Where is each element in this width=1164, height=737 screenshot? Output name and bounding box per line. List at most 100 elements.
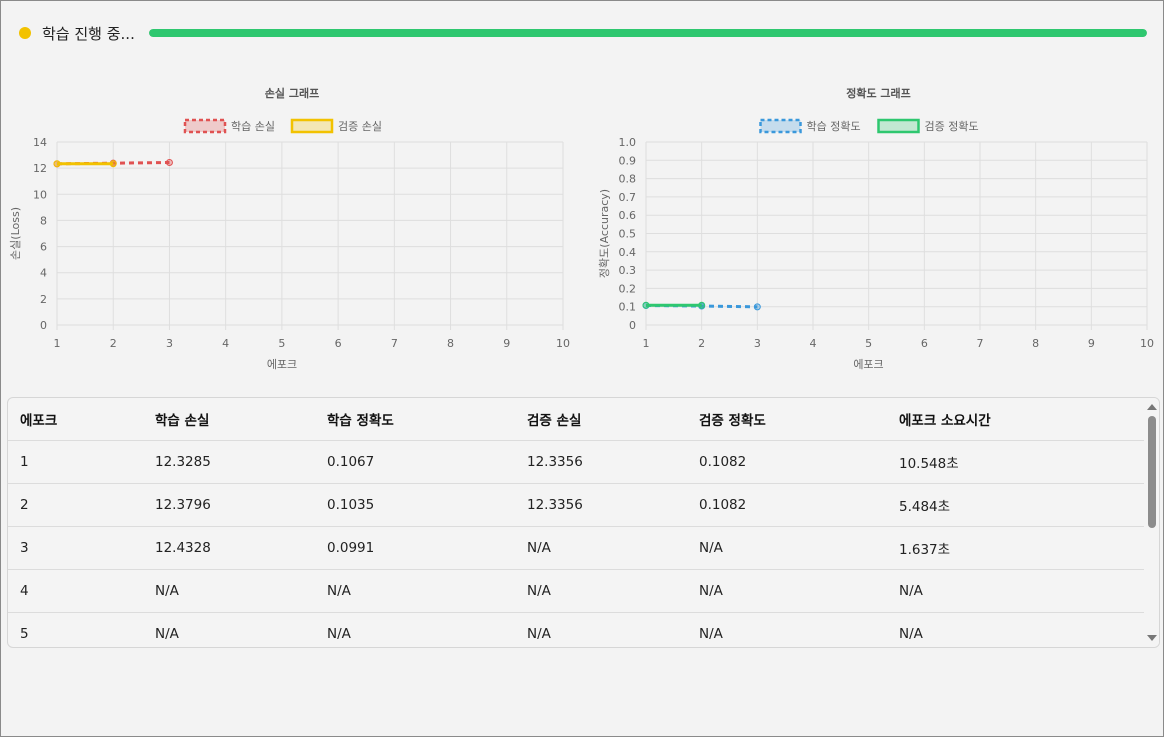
x-tick-label: 9 — [503, 337, 510, 350]
cell-val-loss: N/A — [515, 569, 687, 613]
y-tick-label: 0 — [40, 319, 47, 332]
cell-train-loss: N/A — [143, 612, 315, 647]
y-tick-label: 0.9 — [619, 154, 637, 167]
y-tick-label: 0.2 — [619, 282, 637, 295]
progress-bar — [149, 29, 1147, 37]
cell-epoch: 1 — [8, 440, 143, 484]
header-val-loss[interactable]: 검증 손실 — [515, 398, 687, 441]
epoch-table: 에포크 학습 손실 학습 정확도 검증 손실 검증 정확도 에포크 소요시간 1… — [8, 398, 1144, 647]
cell-epoch-time: 10.548초 — [887, 440, 1144, 484]
y-tick-label: 0.1 — [619, 301, 637, 314]
table-row[interactable]: 1 12.3285 0.1067 12.3356 0.1082 10.548초 — [8, 440, 1144, 484]
table-row[interactable]: 5 N/A N/A N/A N/A N/A — [8, 612, 1144, 647]
cell-val-loss: N/A — [515, 612, 687, 647]
x-tick-label: 7 — [391, 337, 398, 350]
data-point — [109, 160, 117, 168]
status-text: 학습 진행 중... — [42, 25, 135, 43]
scroll-up-arrow-icon[interactable] — [1147, 404, 1157, 410]
cell-train-loss: 12.4328 — [143, 526, 315, 570]
x-tick-label: 2 — [698, 337, 705, 350]
data-point — [753, 303, 761, 311]
legend-label: 검증 손실 — [338, 120, 382, 133]
vertical-scrollbar[interactable] — [1144, 398, 1159, 647]
y-tick-label: 1.0 — [619, 136, 637, 149]
y-tick-label: 10 — [33, 188, 47, 201]
y-tick-label: 0 — [629, 319, 636, 332]
cell-train-loss: N/A — [143, 569, 315, 613]
legend-swatch-2 — [290, 118, 334, 134]
scrollbar-thumb[interactable] — [1148, 416, 1156, 528]
y-tick-label: 2 — [40, 293, 47, 306]
header-val-accuracy[interactable]: 검증 정확도 — [687, 398, 887, 441]
x-axis-label: 에포크 — [267, 358, 297, 371]
cell-epoch: 3 — [8, 526, 143, 570]
cell-epoch-time: N/A — [887, 569, 1144, 613]
cell-epoch-time: N/A — [887, 612, 1144, 647]
x-tick-label: 9 — [1088, 337, 1095, 350]
cell-train-accuracy: 0.1035 — [315, 483, 515, 527]
legend-label: 검증 정확도 — [925, 120, 979, 133]
x-axis-label: 에포크 — [853, 358, 883, 371]
y-tick-label: 0.5 — [619, 228, 637, 241]
y-tick-label: 4 — [40, 267, 47, 280]
training-status-bar: 학습 진행 중... — [19, 21, 1149, 45]
y-tick-label: 0.8 — [619, 173, 637, 186]
data-point — [698, 301, 706, 309]
chart-title: 정확도 그래프 — [846, 86, 911, 100]
accuracy-chart: 정확도 그래프 학습 정확도 검증 정확도 0 0.1 0.2 0.3 0.4 0.5 0.6 0.… — [583, 79, 1164, 379]
cell-val-accuracy: N/A — [687, 526, 887, 570]
table-scroll-area[interactable]: 에포크 학습 손실 학습 정확도 검증 손실 검증 정확도 에포크 소요시간 1… — [8, 398, 1144, 647]
x-tick-label: 2 — [110, 337, 117, 350]
header-train-loss[interactable]: 학습 손실 — [143, 398, 315, 441]
y-tick-label: 12 — [33, 162, 47, 175]
legend-swatch-1 — [183, 118, 227, 134]
cell-epoch: 4 — [8, 569, 143, 613]
header-epoch-time[interactable]: 에포크 소요시간 — [887, 398, 1144, 441]
table-row[interactable]: 3 12.4328 0.0991 N/A N/A 1.637초 — [8, 526, 1144, 570]
legend-label: 학습 손실 — [231, 120, 275, 133]
table-row[interactable]: 2 12.3796 0.1035 12.3356 0.1082 5.484초 — [8, 483, 1144, 527]
cell-epoch-time: 1.637초 — [887, 526, 1144, 570]
x-tick-label: 8 — [447, 337, 454, 350]
accuracy-chart-svg: 정확도 그래프학습 정확도 검증 정확도 0 0.1 0.2 0.3 0.4 0.5 0.6 0.… — [598, 86, 1154, 371]
x-tick-label: 10 — [1140, 337, 1154, 350]
data-point — [165, 158, 173, 166]
cell-epoch: 2 — [8, 483, 143, 527]
x-tick-label: 7 — [977, 337, 984, 350]
cell-val-accuracy: N/A — [687, 569, 887, 613]
y-tick-label: 0.7 — [619, 191, 637, 204]
x-tick-label: 6 — [921, 337, 928, 350]
header-epoch[interactable]: 에포크 — [8, 398, 143, 441]
scroll-down-arrow-icon[interactable] — [1147, 635, 1157, 641]
loss-chart: 손실 그래프 학습 손실 검증 손실 0 2 4 6 8 10 12 14 1 2 3 4 5 6 7 8 9 10 에포… — [1, 79, 583, 379]
y-axis-label: 정확도(Accuracy) — [598, 189, 611, 278]
epoch-results-table: 에포크 학습 손실 학습 정확도 검증 손실 검증 정확도 에포크 소요시간 1… — [7, 397, 1160, 648]
legend-swatch-1 — [759, 118, 802, 134]
x-tick-label: 4 — [810, 337, 817, 350]
cell-val-accuracy: 0.1082 — [687, 483, 887, 527]
x-tick-label: 1 — [643, 337, 650, 350]
x-tick-label: 4 — [222, 337, 229, 350]
cell-train-loss: 12.3796 — [143, 483, 315, 527]
legend-label: 학습 정확도 — [807, 120, 861, 133]
x-tick-label: 5 — [278, 337, 285, 350]
y-tick-label: 14 — [33, 136, 47, 149]
header-train-accuracy[interactable]: 학습 정확도 — [315, 398, 515, 441]
cell-train-accuracy: 0.1067 — [315, 440, 515, 484]
cell-val-loss: 12.3356 — [515, 483, 687, 527]
x-tick-label: 6 — [335, 337, 342, 350]
table-row[interactable]: 4 N/A N/A N/A N/A N/A — [8, 569, 1144, 613]
cell-train-accuracy: N/A — [315, 569, 515, 613]
y-axis-label: 손실(Loss) — [9, 207, 22, 260]
x-tick-label: 3 — [754, 337, 761, 350]
chart-title: 손실 그래프 — [265, 86, 319, 100]
cell-val-loss: 12.3356 — [515, 440, 687, 484]
data-point — [53, 160, 61, 168]
cell-epoch-time: 5.484초 — [887, 483, 1144, 527]
x-tick-label: 3 — [166, 337, 173, 350]
cell-val-accuracy: N/A — [687, 612, 887, 647]
training-window: 학습 진행 중... 손실 그래프 학습 손실 검증 손실 0 2 4 6 8 10 12 14 1 2… — [0, 0, 1164, 737]
table-header-row: 에포크 학습 손실 학습 정확도 검증 손실 검증 정확도 에포크 소요시간 — [8, 398, 1144, 441]
data-point — [642, 301, 650, 309]
cell-val-loss: N/A — [515, 526, 687, 570]
